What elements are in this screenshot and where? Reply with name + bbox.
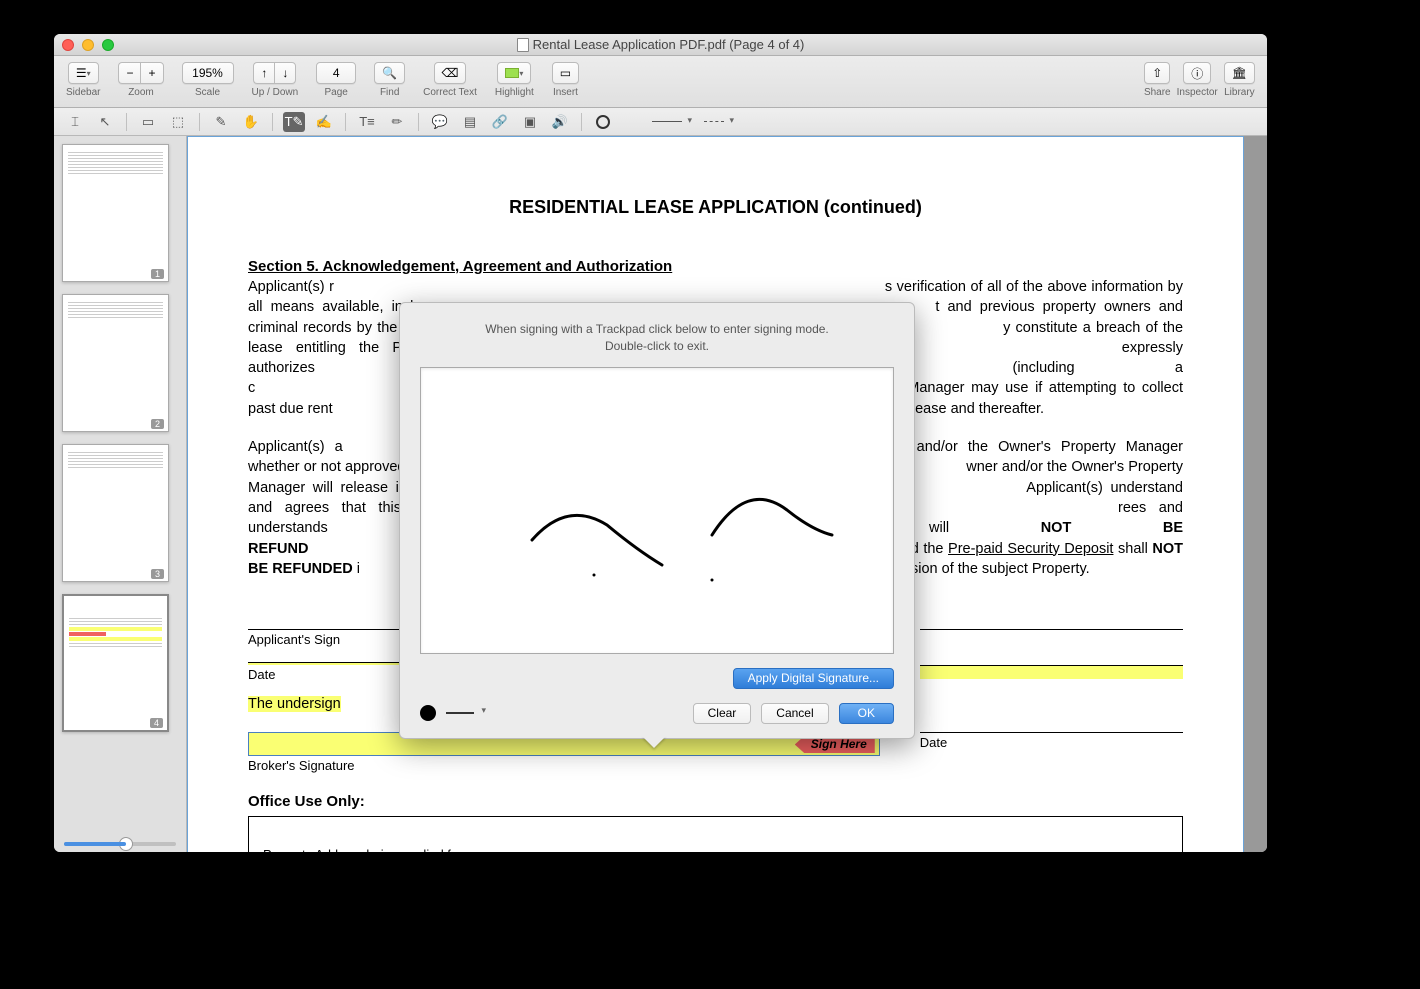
line-width-menu[interactable] [646,112,688,132]
thumbnail-sidebar: 1 2 3 4 [54,136,187,852]
inspector-label: Inspector [1177,87,1218,98]
page-number-field[interactable]: 4 [316,62,356,84]
sidebar-toggle[interactable]: ☰ [68,62,99,84]
library-button[interactable]: 🏛 [1224,62,1255,84]
window-title: Rental Lease Application PDF.pdf (Page 4… [54,37,1267,52]
insert-button[interactable]: ▭ [552,62,579,84]
section-title: Section 5. Acknowledgement, Agreement an… [248,258,1183,275]
crop-tool[interactable]: ⬚ [167,112,189,132]
hand-tool[interactable]: ✋ [240,112,262,132]
ok-button[interactable]: OK [839,703,894,724]
page-thumbnail-1[interactable]: 1 [62,144,169,282]
find-button[interactable]: 🔍 [374,62,405,84]
office-use-box: Property Address being applied for: [248,816,1183,852]
updown-label: Up / Down [252,87,299,98]
titlebar: Rental Lease Application PDF.pdf (Page 4… [54,34,1267,56]
page-up-button[interactable]: ↑ [253,62,274,84]
clear-button[interactable]: Clear [693,703,752,724]
pen-width-menu[interactable] [446,712,474,714]
page-heading: RESIDENTIAL LEASE APPLICATION (continued… [248,197,1183,218]
cancel-button[interactable]: Cancel [761,703,828,724]
thumb-num: 3 [151,569,164,579]
broker-sig-label: Broker's Signature [248,758,880,773]
date-label-2: Date [920,735,1183,750]
sidebar-label: Sidebar [66,87,100,98]
page-thumbnail-4[interactable]: 4 [62,594,169,732]
annotation-toolbar: ⌶ ↖ ▭ ⬚ ✎ ✋ T✎ ✍ T≡ ✏ 💬 ▤ 🔗 ▣ 🔊 [54,108,1267,136]
find-label: Find [380,87,399,98]
signature-tool[interactable]: ✍ [313,112,335,132]
zoom-in-button[interactable]: + [140,62,163,84]
text-select-tool[interactable]: ⌶ [64,112,86,132]
apply-digital-signature-button[interactable]: Apply Digital Signature... [733,668,894,689]
main-toolbar: ☰ Sidebar − + Zoom 195% Scale ↑ ↓ Up / D… [54,56,1267,108]
signature-dialog: When signing with a Trackpad click below… [399,302,915,739]
note-tool[interactable]: ▤ [459,112,481,132]
title-text: Rental Lease Application PDF.pdf (Page 4… [533,37,805,52]
highlighter-tool[interactable]: ✏ [386,112,408,132]
draw-tool[interactable]: ✎ [210,112,232,132]
shape-tool[interactable] [592,112,614,132]
page-thumbnail-3[interactable]: 3 [62,444,169,582]
share-label: Share [1144,87,1171,98]
highlight-label: Highlight [495,87,534,98]
link-tool[interactable]: 🔗 [489,112,511,132]
thumb-num: 4 [150,718,163,728]
pen-color-picker[interactable] [420,705,436,721]
scale-label: Scale [195,87,220,98]
signature-canvas[interactable] [420,367,894,654]
page-down-button[interactable]: ↓ [274,62,296,84]
inspector-button[interactable]: ⓘ [1183,62,1211,84]
text-style-tool[interactable]: T≡ [356,112,378,132]
page-label: Page [325,87,348,98]
document-icon [517,38,529,52]
insert-text-tool[interactable]: T✎ [283,112,305,132]
zoom-out-button[interactable]: − [118,62,140,84]
property-address-label: Property Address being applied for: [263,847,466,852]
library-label: Library [1224,87,1255,98]
zoom-label: Zoom [128,87,154,98]
page-thumbnail-2[interactable]: 2 [62,294,169,432]
highlight-button[interactable] [497,62,531,84]
arrow-tool[interactable]: ↖ [94,112,116,132]
area-select-tool[interactable]: ▭ [137,112,159,132]
stamp-tool[interactable]: ▣ [519,112,541,132]
correct-label: Correct Text [423,87,477,98]
dialog-instructions: When signing with a Trackpad click below… [420,321,894,355]
comment-tool[interactable]: 💬 [429,112,451,132]
thumbnail-zoom-slider[interactable] [64,842,176,846]
correct-text-button[interactable]: ⌫ [434,62,467,84]
office-use-heading: Office Use Only: [248,793,1183,810]
zoom-level[interactable]: 195% [182,62,234,84]
insert-label: Insert [553,87,578,98]
line-style-menu[interactable] [696,112,732,132]
thumb-num: 1 [151,269,164,279]
share-button[interactable]: ⇧ [1144,62,1170,84]
sound-tool[interactable]: 🔊 [549,112,571,132]
app-window: Rental Lease Application PDF.pdf (Page 4… [54,34,1267,852]
undersigned-text: The undersign [248,696,341,712]
thumb-num: 2 [151,419,164,429]
